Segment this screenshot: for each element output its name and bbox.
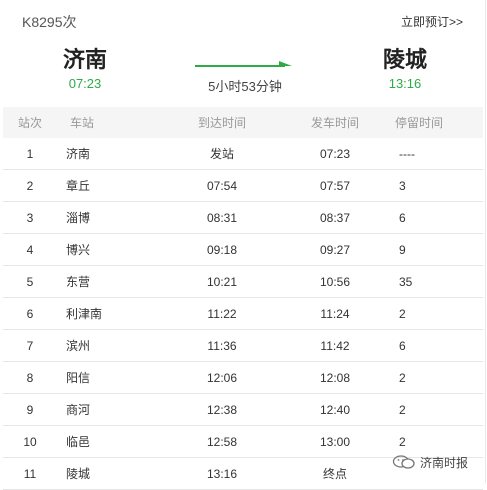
arrive-time: 发站 (209, 147, 234, 161)
stop-number: 5 (26, 274, 34, 289)
stop-number: 11 (23, 466, 37, 481)
arrive-time: 12:06 (206, 370, 238, 385)
arrival-station: 陵城 (382, 47, 427, 72)
station-name: 章丘 (66, 179, 91, 193)
travel-duration: 5小时53分钟 (208, 79, 282, 94)
arrive-time: 10:21 (206, 274, 238, 289)
station-name: 利津南 (66, 307, 103, 321)
stop-number: 2 (26, 178, 34, 193)
arrive-time: 11:22 (207, 306, 237, 321)
depart-time: 10:56 (319, 274, 351, 289)
station-name: 博兴 (66, 243, 91, 257)
station-name: 临邑 (66, 435, 91, 449)
table-row: 1 济南 发站 07:23 ---- (3, 138, 483, 170)
station-name: 商河 (66, 403, 91, 417)
column-header-station: 车站 (70, 116, 95, 130)
stop-number: 7 (26, 338, 34, 353)
table-row: 4 博兴 09:18 09:27 9 (3, 234, 483, 266)
station-name: 滨州 (66, 339, 91, 353)
train-number: K8295次 (22, 14, 77, 30)
timetable-panel: K8295次 立即预订>> 济南 07:23 5小时53分钟 陵城 13:16 … (0, 0, 486, 490)
column-header-stop: 停留时间 (395, 116, 444, 130)
stop-duration: 2 (399, 434, 406, 449)
stops-table: 站次 车站 到达时间 发车时间 停留时间 1 济南 发站 07:23 ---- 2 章丘 07… (3, 107, 483, 490)
stop-number: 10 (23, 434, 37, 449)
stop-duration: 6 (399, 338, 406, 353)
table-row: 3 淄博 08:31 08:37 6 (3, 202, 483, 234)
station-name: 阳信 (66, 371, 91, 385)
stop-duration: 35 (399, 274, 413, 289)
arrive-time: 12:38 (206, 402, 238, 417)
stop-number: 6 (26, 306, 34, 321)
stop-number: 4 (26, 242, 34, 257)
table-row: 9 商河 12:38 12:40 2 (3, 394, 483, 426)
depart-time: 07:23 (319, 146, 351, 161)
table-row: 8 阳信 12:06 12:08 2 (3, 362, 483, 394)
stop-number: 3 (26, 210, 34, 225)
station-name: 济南 (66, 147, 91, 161)
stop-duration: 2 (399, 306, 406, 321)
depart-time: 11:24 (320, 306, 350, 321)
table-row: 2 章丘 07:54 07:57 3 (3, 170, 483, 202)
stop-duration: 9 (399, 242, 406, 257)
station-name: 东营 (66, 275, 91, 289)
depart-time: 终点 (322, 467, 347, 481)
arrival-time: 13:16 (388, 76, 422, 91)
depart-time: 12:08 (319, 370, 351, 385)
wechat-icon (392, 455, 415, 469)
arrive-time: 09:18 (206, 242, 238, 257)
arrive-time: 13:16 (206, 466, 238, 481)
stop-duration: ---- (399, 146, 415, 161)
column-header-arrive: 到达时间 (197, 116, 246, 130)
stop-duration: 6 (399, 210, 406, 225)
departure-time: 07:23 (68, 76, 102, 91)
depart-time: 09:27 (319, 242, 351, 257)
table-header: 站次 车站 到达时间 发车时间 停留时间 (3, 107, 483, 138)
depart-time: 11:42 (320, 338, 350, 353)
stop-number: 8 (26, 370, 34, 385)
column-header-depart: 发车时间 (310, 116, 359, 130)
stop-number: 1 (26, 146, 34, 161)
column-header-no: 站次 (17, 116, 42, 130)
table-body: 1 济南 发站 07:23 ---- 2 章丘 07:54 07:57 3 3 淄博 08:31 08:3… (3, 138, 483, 490)
book-now-link[interactable]: 立即预订>> (401, 13, 463, 30)
depart-time: 08:37 (319, 210, 351, 225)
table-row: 5 东营 10:21 10:56 35 (3, 266, 483, 298)
stop-duration: 3 (399, 178, 406, 193)
station-name: 淄博 (66, 211, 91, 225)
depart-time: 12:40 (319, 402, 351, 417)
arrive-time: 08:31 (206, 210, 238, 225)
route-arrow-icon (195, 61, 292, 67)
table-row: 6 利津南 11:22 11:24 2 (3, 298, 483, 330)
station-name: 陵城 (66, 467, 91, 481)
stop-number: 9 (26, 402, 34, 417)
watermark-text: 济南时报 (420, 455, 469, 470)
arrive-time: 07:54 (206, 178, 238, 193)
departure-station: 济南 (62, 47, 107, 72)
stop-duration: 2 (399, 370, 406, 385)
depart-time: 13:00 (319, 434, 351, 449)
watermark: 济南时报 (392, 452, 468, 472)
stop-duration: 2 (399, 402, 406, 417)
arrive-time: 12:58 (206, 434, 238, 449)
depart-time: 07:57 (319, 178, 351, 193)
table-row: 7 滨州 11:36 11:42 6 (3, 330, 483, 362)
arrive-time: 11:36 (207, 338, 237, 353)
